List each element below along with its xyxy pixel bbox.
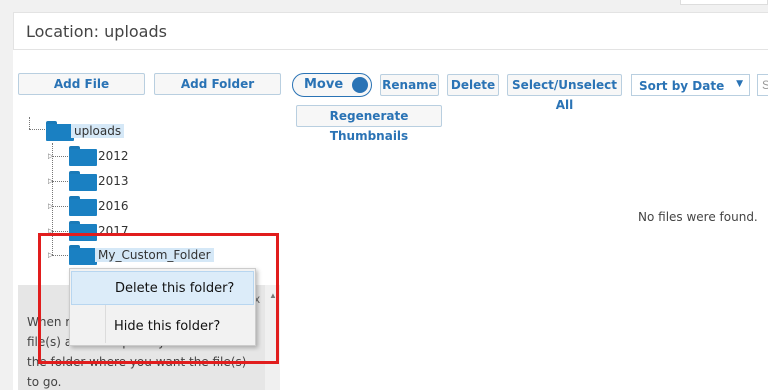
expand-arrow-icon[interactable]: ▷	[48, 202, 53, 210]
folder-icon[interactable]	[69, 171, 97, 191]
chevron-down-icon: ▼	[736, 79, 743, 89]
move-toggle-label: Move	[304, 77, 344, 92]
folder-icon[interactable]	[69, 146, 97, 166]
tree-connector	[29, 117, 30, 129]
tree-connector	[52, 231, 68, 232]
expand-arrow-icon[interactable]: ▷	[48, 152, 53, 160]
delete-button[interactable]: Delete	[447, 74, 499, 96]
regenerate-thumbnails-button[interactable]: Regenerate Thumbnails	[296, 105, 442, 143]
folder-icon[interactable]	[69, 196, 97, 216]
empty-files-message: No files were found.	[638, 210, 758, 224]
tree-connector	[52, 181, 68, 182]
add-file-button[interactable]: Add File	[18, 73, 145, 95]
expand-arrow-icon[interactable]: ▷	[48, 177, 53, 185]
tree-connector	[52, 206, 68, 207]
red-highlight-annotation	[38, 233, 279, 364]
tree-folder-label[interactable]: 2013	[98, 174, 129, 188]
tree-connector	[52, 156, 68, 157]
add-folder-button[interactable]: Add Folder	[154, 73, 281, 95]
tree-folder-label[interactable]: 2016	[98, 199, 129, 213]
tree-folder-label[interactable]: 2012	[98, 149, 129, 163]
folder-icon[interactable]	[46, 121, 74, 141]
move-toggle[interactable]: Move	[292, 73, 372, 97]
rename-button[interactable]: Rename	[380, 74, 439, 96]
top-right-box	[680, 0, 768, 5]
sort-select[interactable]: Sort by Date ▼	[631, 74, 750, 96]
location-label: Location: uploads	[26, 22, 167, 41]
sort-select-value: Sort by Date	[639, 79, 725, 93]
search-input[interactable]: S	[757, 74, 768, 96]
toggle-knob-icon	[352, 77, 368, 93]
select-unselect-all-button[interactable]: Select/Unselect All	[507, 74, 622, 112]
tree-root-label[interactable]: uploads	[71, 124, 125, 138]
tree-connector	[29, 129, 45, 130]
location-bar: Location: uploads	[13, 12, 768, 50]
